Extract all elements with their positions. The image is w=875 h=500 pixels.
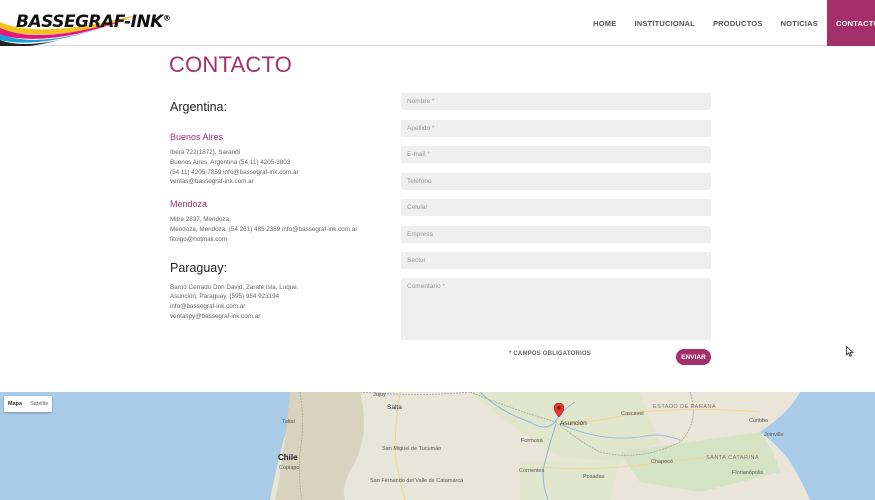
map-label-salta: Salta [387,404,402,411]
map-label-asuncion: Asunción [560,420,587,427]
celular-field[interactable]: Celular [401,199,711,216]
nav-contacto[interactable]: CONTACTO [827,0,875,46]
page-title: CONTACTO [169,52,293,77]
send-button[interactable]: ENVIAR [676,349,711,365]
location-map[interactable]: Mapa Satélite Chile Copiapo Taltal Salta… [0,392,875,500]
map-label-chapeco: Chapecó [651,459,674,465]
nav-noticias[interactable]: NOTICIAS [772,0,827,46]
map-marker-icon[interactable] [554,403,564,417]
city-mendoza: Mendoza [170,199,208,210]
address-line: Asunción, Paraguay. (595) 984 923194 [170,293,280,301]
map-label-curitiba: Curitiba [749,418,768,424]
map-label-catamarca: San Fernando del Valle de Catamarca [370,478,464,484]
city-buenos-aires: Buenos Aires [170,132,224,142]
apellido-field[interactable]: Apellido * [401,119,711,137]
address-line: Mitre 2837, Mendoza, [170,216,231,224]
email-field[interactable]: E-mail * [401,146,711,163]
address-line: ventaspy@bassegraf-ink.com.ar [170,312,261,320]
map-label-chile: Chile [278,453,298,462]
telefono-field[interactable]: Teléfono [401,172,711,190]
main-nav: HOME INSTITUCIONAL PRODUCTOS NOTICIAS CO… [584,0,875,46]
address-buenos-aires: Ibera 722(1872), Sarandi Buenos Aires, A… [170,148,390,187]
nav-productos[interactable]: PRODUCTOS [704,0,772,46]
map-label-cascavel: Cascavel [621,411,644,417]
nav-home[interactable]: HOME [584,0,625,46]
sector-field[interactable]: Sector [401,252,711,269]
map-label-posadas: Posadas [583,474,605,480]
nombre-field[interactable]: Nombre * [401,93,711,110]
address-line: Buenos Aires, Argentina (54 11) 4205-380… [170,158,291,166]
map-label-tucuman: San Miguel de Tucumán [382,446,442,452]
address-mendoza: Mitre 2837, Mendoza, Mendoza, Mendoza. (… [170,215,390,244]
empresa-field[interactable]: Empresa [401,225,711,243]
map-type-satellite-button[interactable]: Satélite [26,401,52,407]
address-line: Ibera 722(1872), Sarandi [170,149,241,156]
registered-mark: ® [162,13,171,23]
address-line: ventas@bassegraf-ink.com.ar [170,178,254,186]
site-header: BASSEGRAF-INK® HOME INSTITUCIONAL PRODUC… [0,0,875,46]
map-label-taltal: Taltal [282,419,295,425]
logo-text: BASSEGRAF-INK [16,12,163,32]
comentario-textarea[interactable]: Comentario * [401,278,711,340]
address-line: Mendoza, Mendoza. (54 261) 485 2389 info… [170,225,358,233]
map-type-map-button[interactable]: Mapa [4,401,26,407]
mouse-cursor-icon [846,346,854,357]
map-type-control: Mapa Satélite [4,396,53,412]
map-label-jujuy: Jujuy [373,392,386,398]
address-line: info@bassegraf-ink.com.ar [170,303,246,311]
required-fields-note: * CAMPOS OBLIGATORIOS [509,351,591,357]
address-line: Barrio Cerrado Don David, Zarate Isla, L… [170,283,299,291]
map-label-corrientes: Corrientes [519,468,545,474]
nav-institucional[interactable]: INSTITUCIONAL [625,0,704,46]
country-argentina: Argentina: [170,100,227,114]
map-label-florianopolis: Florianópolis [732,470,764,476]
address-paraguay: Barrio Cerrado Don David, Zarate Isla, L… [170,283,390,322]
map-label-parana: ESTADO DE PARANÁ [653,404,717,410]
address-line: (54 11) 4205-7859 info@bassegraf-ink.com… [170,168,299,176]
map-label-copiapo: Copiapo [279,465,300,471]
map-label-formosa: Formosa [521,438,543,444]
country-paraguay: Paraguay: [170,260,227,275]
brand-logo[interactable]: BASSEGRAF-INK® [0,0,190,46]
map-label-joinville: Joinville [764,432,784,438]
contact-addresses: Argentina: Buenos Aires Ibera 722(1872),… [170,100,390,322]
address-line: fitolgo@hotmail.com [170,235,228,243]
map-label-santa-catarina: SANTA CATARINA [706,455,760,461]
